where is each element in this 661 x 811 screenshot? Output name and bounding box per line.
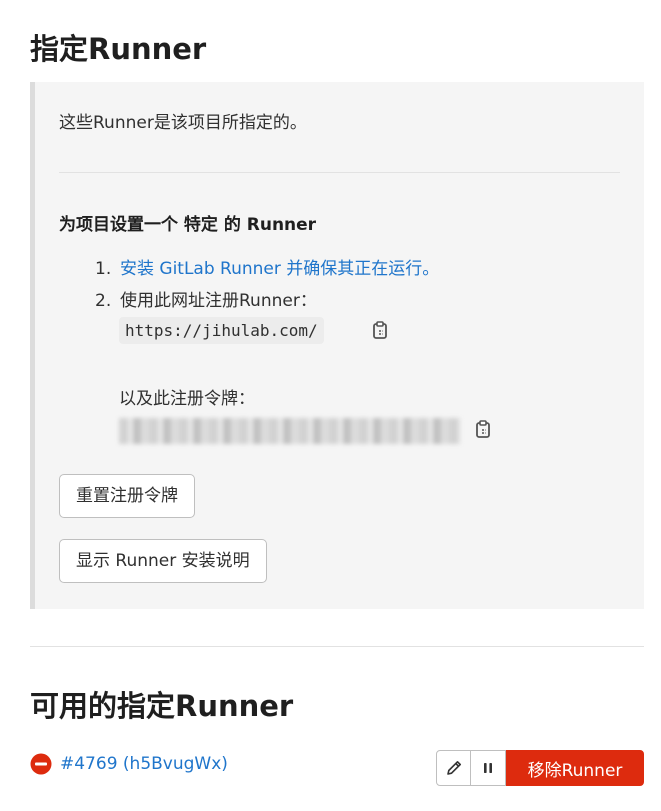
- token-label: 以及此注册令牌：: [119, 389, 255, 409]
- reset-token-button[interactable]: 重置注册令牌: [59, 474, 195, 518]
- remove-runner-button[interactable]: 移除Runner: [506, 750, 644, 786]
- registration-token-masked: [119, 418, 461, 444]
- runner-link[interactable]: #4769 (h5BvugWx): [60, 754, 228, 774]
- pencil-icon: [446, 761, 461, 775]
- pause-runner-button[interactable]: [471, 750, 506, 786]
- step-number: 2.: [95, 291, 112, 311]
- copy-token-button[interactable]: [471, 417, 495, 441]
- specific-runners-panel: 这些Runner是该项目所指定的。 为项目设置一个 特定 的 Runner 1.…: [30, 82, 644, 609]
- step-register: 2. 使用此网址注册Runner：: [95, 286, 317, 311]
- show-install-instructions-button[interactable]: 显示 Runner 安装说明: [59, 539, 267, 583]
- step-text: 使用此网址注册Runner：: [120, 291, 317, 311]
- runner-actions: 移除Runner: [436, 750, 644, 786]
- status-offline-icon: [30, 753, 52, 775]
- section-divider: [30, 646, 644, 647]
- copy-url-button[interactable]: [368, 318, 392, 342]
- install-runner-link[interactable]: 安装 GitLab Runner 并确保其正在运行。: [120, 259, 439, 279]
- setup-heading: 为项目设置一个 特定 的 Runner: [59, 215, 317, 235]
- edit-runner-button[interactable]: [436, 750, 471, 786]
- available-runners-title: 可用的指定Runner: [30, 689, 294, 723]
- page-title: 指定Runner: [30, 32, 207, 66]
- clipboard-icon: [476, 420, 490, 438]
- clipboard-icon: [373, 321, 387, 339]
- step-number: 1.: [95, 259, 112, 279]
- panel-description: 这些Runner是该项目所指定的。: [59, 113, 307, 133]
- divider: [59, 172, 620, 173]
- step-install: 1. 安装 GitLab Runner 并确保其正在运行。: [95, 254, 439, 279]
- registration-url: https://jihulab.com/: [119, 317, 324, 344]
- pause-icon: [484, 763, 492, 773]
- runner-row: #4769 (h5BvugWx): [30, 753, 228, 775]
